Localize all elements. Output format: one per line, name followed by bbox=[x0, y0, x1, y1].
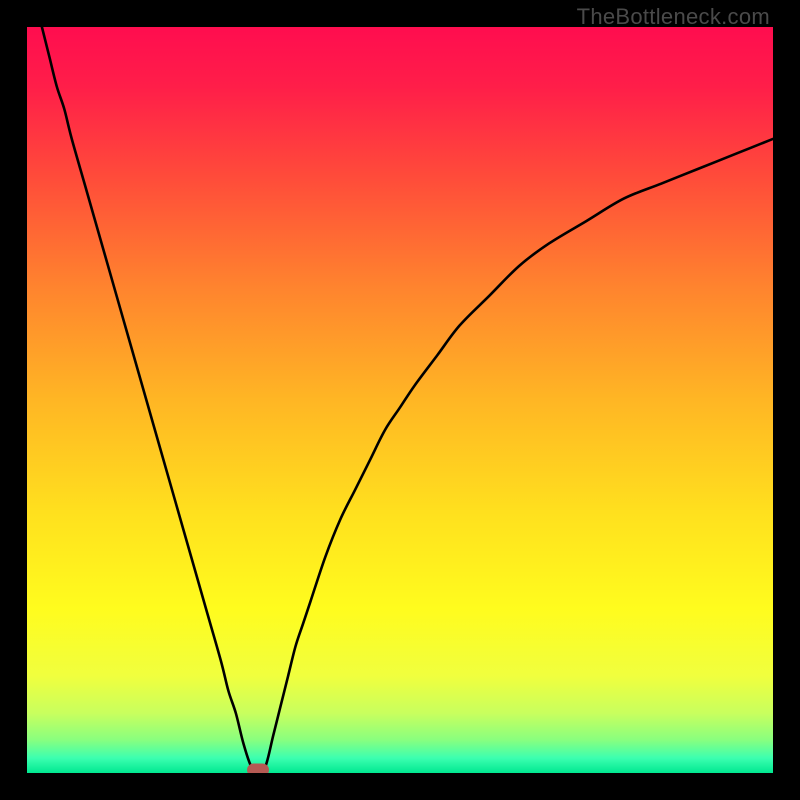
chart-container: TheBottleneck.com bbox=[0, 0, 800, 800]
gradient-background bbox=[27, 27, 773, 773]
plot-area bbox=[27, 27, 773, 773]
optimum-marker bbox=[247, 764, 269, 774]
watermark-text: TheBottleneck.com bbox=[577, 4, 770, 30]
